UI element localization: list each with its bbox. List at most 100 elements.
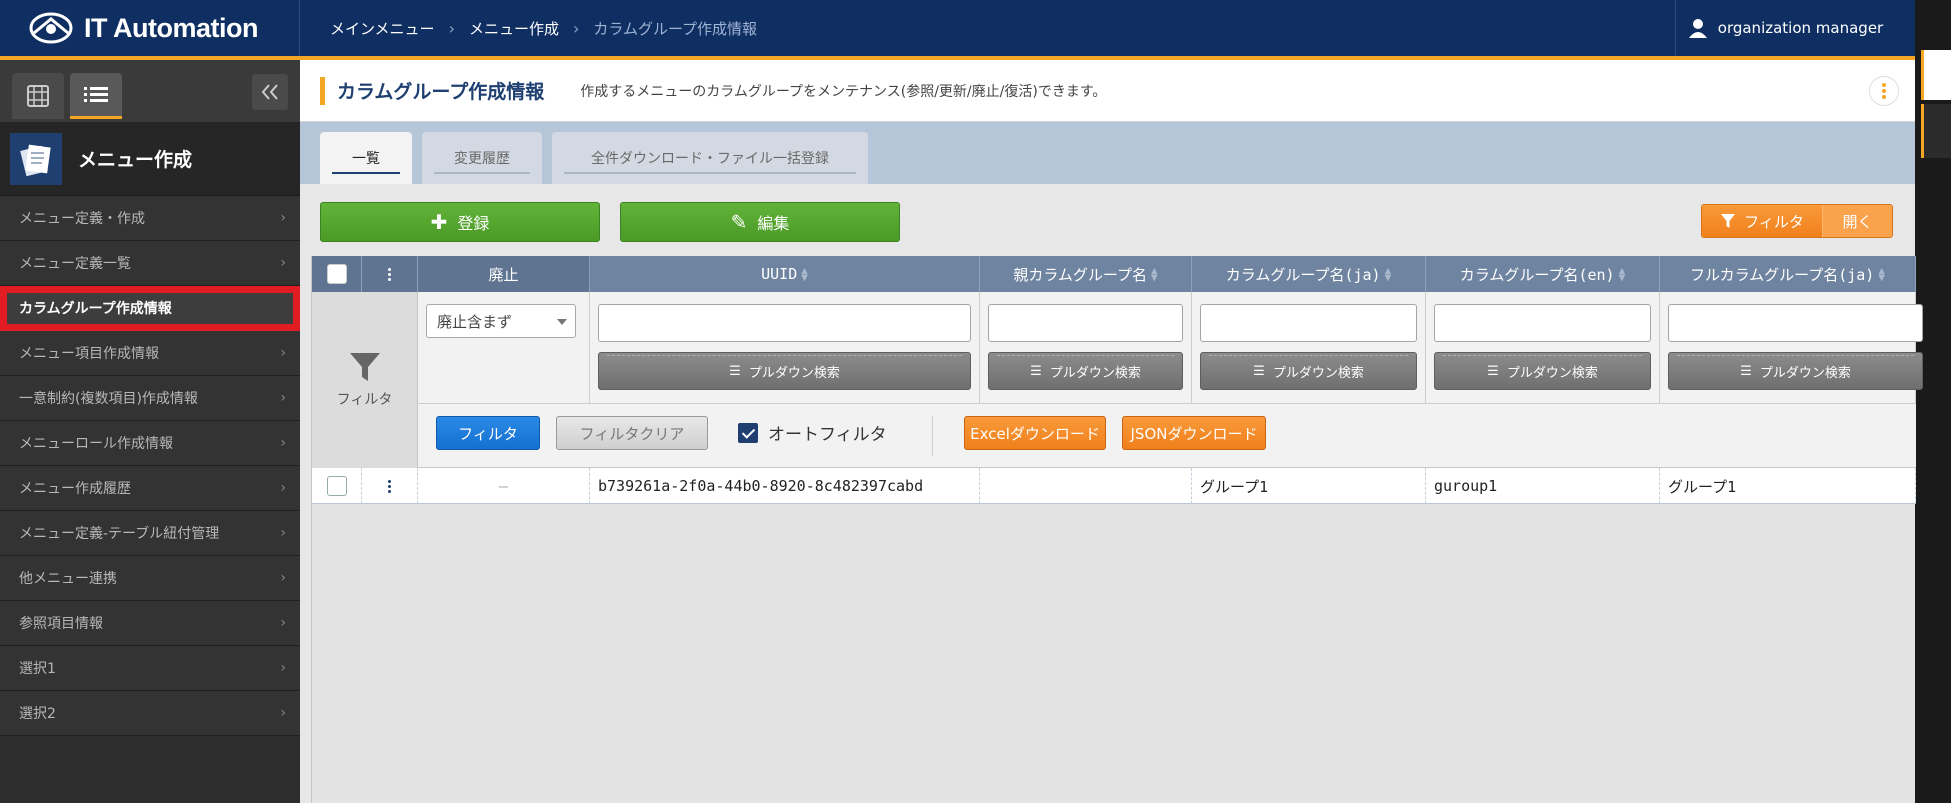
row-checkbox-cell bbox=[312, 468, 362, 504]
chevron-right-icon: › bbox=[280, 480, 286, 496]
column-header-parent[interactable]: 親カラムグループ名 ▲ ▼ bbox=[980, 256, 1192, 292]
chevron-right-icon: › bbox=[280, 660, 286, 676]
filter-cell-parent: ☰ プルダウン検索 bbox=[980, 292, 1192, 404]
pulldown-search-label: プルダウン検索 bbox=[748, 365, 840, 381]
column-header-name-en[interactable]: カラムグループ名(en) ▲ ▼ bbox=[1426, 256, 1660, 292]
logo[interactable]: IT Automation bbox=[0, 0, 300, 56]
sidebar-item-select2[interactable]: 選択2 › bbox=[0, 691, 300, 736]
sidebar-toolbar bbox=[0, 60, 300, 122]
pulldown-search-button[interactable]: ☰ プルダウン検索 bbox=[1668, 352, 1923, 390]
filter-toggle-label[interactable]: フィルタ bbox=[1702, 205, 1822, 237]
table-row: — b739261a-2f0a-44b0-8920-8c482397cabd グ… bbox=[312, 468, 1916, 504]
pulldown-search-button[interactable]: ☰ プルダウン検索 bbox=[598, 352, 971, 390]
sort-icon: ▲ ▼ bbox=[1384, 264, 1392, 284]
sidebar: メニュー作成 メニュー定義・作成› メニュー定義一覧› カラムグループ作成情報›… bbox=[0, 60, 300, 803]
edit-button[interactable]: ✎ 編集 bbox=[620, 202, 900, 242]
grid-view-tab[interactable] bbox=[12, 73, 64, 119]
discard-filter-select[interactable]: 廃止含まず bbox=[426, 304, 576, 338]
row-menu-header bbox=[362, 256, 418, 292]
list-icon: ☰ bbox=[729, 363, 741, 379]
title-accent bbox=[320, 76, 325, 105]
sidebar-item-reference-item[interactable]: 参照項目情報 › bbox=[0, 601, 300, 646]
chevron-right-icon: › bbox=[448, 18, 455, 38]
funnel-icon bbox=[1721, 214, 1736, 228]
sidebar-group-title: メニュー作成 bbox=[78, 149, 193, 171]
cell-name-ja: グループ1 bbox=[1192, 468, 1426, 504]
data-table: 廃止 UUID ▲ ▼ 親カラムグループ名 ▲ ▼ カラムグループ名(ja) ▲ ▼ カラム… bbox=[311, 256, 1923, 803]
column-header-label: カラムグループ名(ja) bbox=[1225, 265, 1381, 284]
kebab-icon[interactable] bbox=[388, 267, 391, 282]
list-icon: ☰ bbox=[1740, 363, 1752, 379]
user-icon bbox=[1688, 19, 1707, 38]
column-header-uuid[interactable]: UUID ▲ ▼ bbox=[590, 256, 980, 292]
edit-icon: ✎ bbox=[730, 210, 748, 234]
auto-filter-toggle[interactable]: オートフィルタ bbox=[738, 420, 887, 445]
tab-history[interactable]: 変更履歴 bbox=[422, 132, 542, 184]
column-header-discard[interactable]: 廃止 bbox=[418, 256, 590, 292]
cell-uuid: b739261a-2f0a-44b0-8920-8c482397cabd bbox=[590, 468, 980, 504]
filter-toggle[interactable]: フィルタ 開く bbox=[1701, 204, 1893, 238]
right-panel-tab[interactable] bbox=[1921, 50, 1951, 100]
pulldown-search-button[interactable]: ☰ プルダウン検索 bbox=[1434, 352, 1651, 390]
sidebar-item-menu-item[interactable]: メニュー項目作成情報 › bbox=[0, 331, 300, 376]
right-panel-tab[interactable] bbox=[1921, 104, 1951, 158]
parent-filter-input[interactable] bbox=[988, 304, 1183, 342]
sidebar-item-label: メニュー定義一覧 bbox=[19, 256, 131, 272]
json-download-button[interactable]: JSONダウンロード bbox=[1122, 416, 1266, 450]
pulldown-search-button[interactable]: ☰ プルダウン検索 bbox=[1200, 352, 1417, 390]
tab-bulk-download[interactable]: 全件ダウンロード・ファイル一括登録 bbox=[552, 132, 868, 184]
page-menu-button[interactable] bbox=[1869, 76, 1899, 106]
list-icon: ☰ bbox=[1487, 363, 1499, 379]
sidebar-item-menu-definition[interactable]: メニュー定義・作成 › bbox=[0, 196, 300, 241]
filter-cell-full-ja: ☰ プルダウン検索 bbox=[1660, 292, 1923, 404]
uuid-filter-input[interactable] bbox=[598, 304, 971, 342]
sidebar-item-label: 選択1 bbox=[19, 661, 56, 677]
list-view-tab[interactable] bbox=[70, 73, 122, 119]
edit-button-label: 編集 bbox=[757, 214, 790, 233]
filter-clear-button[interactable]: フィルタクリア bbox=[556, 416, 708, 450]
chevron-right-icon: › bbox=[280, 255, 286, 271]
filter-row-text: フィルタ bbox=[336, 392, 393, 408]
pulldown-search-button[interactable]: ☰ プルダウン検索 bbox=[988, 352, 1183, 390]
document-stack-icon bbox=[10, 132, 62, 185]
sidebar-item-menu-history[interactable]: メニュー作成履歴 › bbox=[0, 466, 300, 511]
sidebar-item-column-group[interactable]: カラムグループ作成情報› bbox=[0, 286, 300, 331]
select-all-checkbox[interactable] bbox=[326, 264, 347, 284]
kebab-icon[interactable] bbox=[388, 479, 391, 494]
column-header-label: フルカラムグループ名(ja) bbox=[1690, 265, 1875, 284]
sidebar-item-menu-role[interactable]: メニューロール作成情報 › bbox=[0, 421, 300, 466]
filter-actions: フィルタ フィルタクリア オートフィルタ Excelダウンロード JSONダウン… bbox=[418, 404, 1916, 468]
sidebar-item-label: メニュー定義-テーブル紐付管理 bbox=[19, 526, 220, 542]
full-ja-filter-input[interactable] bbox=[1668, 304, 1923, 342]
name-en-filter-input[interactable] bbox=[1434, 304, 1651, 342]
column-header-name-ja[interactable]: カラムグループ名(ja) ▲ ▼ bbox=[1192, 256, 1426, 292]
user-menu[interactable]: organization manager bbox=[1675, 0, 1895, 56]
sidebar-item-label: カラムグループ作成情報 bbox=[19, 301, 172, 317]
tab-list[interactable]: 一覧 bbox=[320, 132, 412, 184]
breadcrumb-main-menu[interactable]: メインメニュー bbox=[330, 18, 435, 39]
sidebar-item-other-menu-link[interactable]: 他メニュー連携 › bbox=[0, 556, 300, 601]
filter-row-label: フィルタ bbox=[312, 292, 418, 468]
name-ja-filter-input[interactable] bbox=[1200, 304, 1417, 342]
chevron-right-icon: › bbox=[280, 210, 286, 226]
sidebar-item-table-link[interactable]: メニュー定義-テーブル紐付管理 › bbox=[0, 511, 300, 556]
list-icon: ☰ bbox=[1030, 363, 1042, 379]
tab-bar: 一覧 変更履歴 全件ダウンロード・ファイル一括登録 bbox=[300, 122, 1915, 184]
filter-button[interactable]: フィルタ bbox=[436, 416, 540, 450]
breadcrumb-menu-create[interactable]: メニュー作成 bbox=[469, 18, 559, 39]
main-content: カラムグループ作成情報 作成するメニューのカラムグループをメンテナンス(参照/更… bbox=[300, 60, 1923, 803]
breadcrumb: メインメニュー › メニュー作成 › カラムグループ作成情報 bbox=[300, 18, 1675, 39]
sidebar-item-unique-constraint[interactable]: 一意制約(複数項目)作成情報 › bbox=[0, 376, 300, 421]
sidebar-item-select1[interactable]: 選択1 › bbox=[0, 646, 300, 691]
collapse-sidebar-button[interactable] bbox=[252, 74, 288, 110]
row-checkbox[interactable] bbox=[326, 476, 347, 496]
auto-filter-checkbox[interactable] bbox=[738, 422, 758, 443]
column-header-full-ja[interactable]: フルカラムグループ名(ja) ▲ ▼ bbox=[1660, 256, 1916, 292]
register-button[interactable]: ✚ 登録 bbox=[320, 202, 600, 242]
open-filter-button[interactable]: 開く bbox=[1822, 205, 1892, 237]
sidebar-item-menu-definition-list[interactable]: メニュー定義一覧 › bbox=[0, 241, 300, 286]
cell-name-en: guroup1 bbox=[1426, 468, 1660, 504]
excel-download-button[interactable]: Excelダウンロード bbox=[964, 416, 1106, 450]
row-menu-cell bbox=[362, 468, 418, 504]
filter-cell-name-en: ☰ プルダウン検索 bbox=[1426, 292, 1660, 404]
